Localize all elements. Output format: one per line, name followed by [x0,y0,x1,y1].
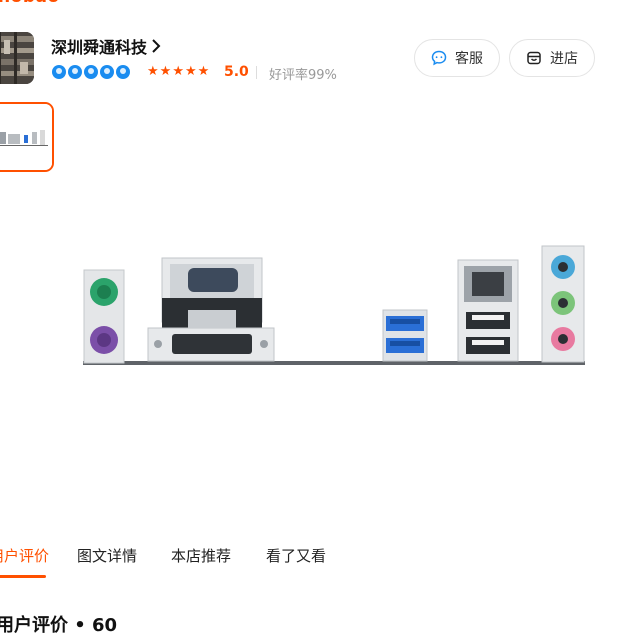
shop-level-badges [52,65,130,79]
tab-graphic-details[interactable]: 图文详情 [77,545,137,566]
rating-stars: ★ ★ ★ ★ ★ [147,64,209,79]
star-icon: ★ [172,64,184,79]
tab-user-reviews[interactable]: 用户评价 [0,545,49,566]
star-icon: ★ [159,64,172,79]
crown-icon [100,65,114,79]
enter-shop-label: 进店 [550,51,578,67]
gallery-thumbnail-selected[interactable] [0,102,54,172]
shop-name: 深圳舜通科技 [51,38,148,57]
crown-icon [52,65,66,79]
star-icon: ★ [197,64,210,79]
brand-logo-text: ilobao [0,0,60,7]
shop-avatar[interactable] [0,32,34,84]
crown-icon [116,65,130,79]
thumbnail-image [0,104,52,170]
enter-shop-button[interactable]: 进店 [509,39,595,77]
tab-shop-recommend[interactable]: 本店推荐 [171,545,231,566]
star-icon: ★ [184,64,197,79]
divider [256,66,257,79]
customer-service-label: 客服 [455,51,483,67]
customer-service-button[interactable]: 客服 [414,39,500,77]
store-icon [527,51,541,65]
reviews-section-title: 用户评价 • 60 [0,615,118,636]
chevron-right-icon [152,39,161,53]
active-tab-indicator [0,575,46,578]
tab-also-viewed[interactable]: 看了又看 [266,545,326,566]
product-main-image[interactable] [80,240,590,375]
detail-tabs: 用户评价 图文详情 本店推荐 看了又看 [0,545,638,579]
shop-score: 5.0 [224,64,249,80]
crown-icon [68,65,82,79]
shop-name-link[interactable]: 深圳舜通科技 [51,34,161,58]
star-icon: ★ [147,64,159,79]
crown-icon [84,65,98,79]
chat-bubble-icon [431,50,447,66]
good-rate: 好评率99% [269,68,337,83]
